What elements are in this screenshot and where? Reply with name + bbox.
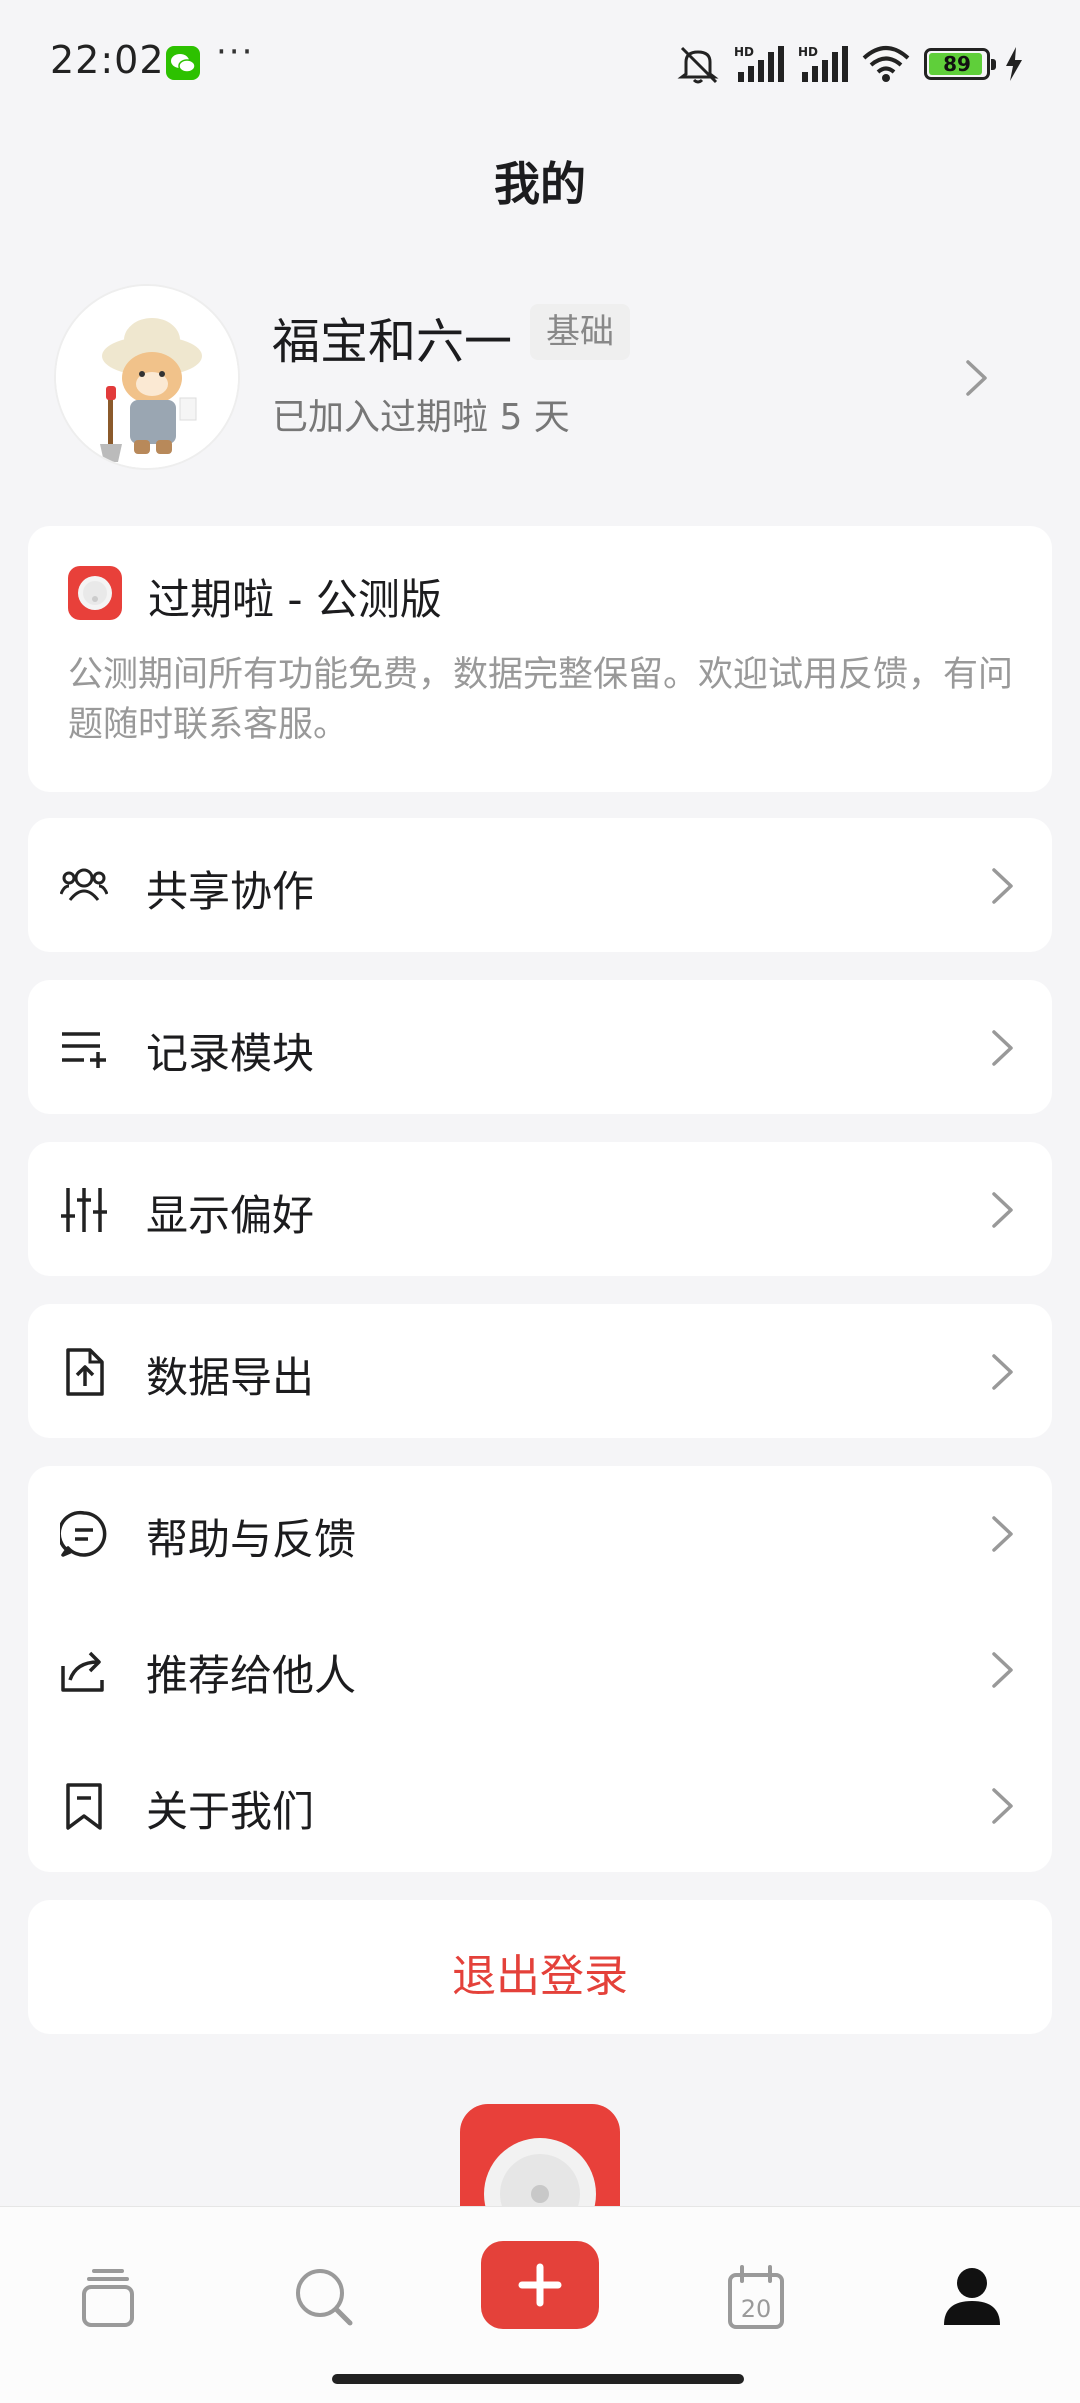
- search-icon[interactable]: [284, 2257, 364, 2337]
- menu-item-label: 数据导出: [146, 1353, 315, 1402]
- hd-signal-icon: HD: [798, 44, 848, 84]
- menu-item-label: 关于我们: [146, 1787, 315, 1836]
- menu-item-display[interactable]: 显示偏好: [28, 1142, 1052, 1276]
- menu-card-modules: 记录模块: [28, 980, 1052, 1114]
- menu-item-modules[interactable]: 记录模块: [28, 980, 1052, 1114]
- hd-signal-icon: HD: [734, 44, 784, 84]
- list-add-icon: [60, 1024, 108, 1072]
- battery-percent: 89: [943, 52, 971, 76]
- menu-item-label: 记录模块: [146, 1029, 315, 1078]
- bookmark-icon: [60, 1782, 108, 1830]
- mute-icon: [676, 44, 720, 84]
- stack-icon[interactable]: [68, 2257, 148, 2337]
- chevron-right-icon: [990, 1786, 1016, 1826]
- chevron-right-icon: [990, 1190, 1016, 1230]
- app-logo-icon: [68, 566, 122, 620]
- sliders-icon: [60, 1186, 108, 1234]
- menu-item-share[interactable]: 共享协作: [28, 818, 1052, 952]
- user-name: 福宝和六一: [272, 314, 513, 370]
- profile-icon[interactable]: [932, 2257, 1012, 2337]
- chevron-right-icon: [990, 1650, 1016, 1690]
- logout-label: 退出登录: [452, 1951, 628, 2002]
- menu-item-label: 帮助与反馈: [146, 1515, 357, 1564]
- menu-item-about[interactable]: 关于我们: [28, 1738, 1052, 1872]
- status-bar: 22:02 ··· HD HD 89: [0, 0, 1080, 130]
- profile-header[interactable]: 福宝和六一 基础 已加入过期啦 5 天: [54, 280, 1026, 470]
- svg-text:HD: HD: [798, 45, 818, 59]
- avatar[interactable]: [54, 284, 240, 470]
- svg-text:HD: HD: [734, 45, 754, 59]
- chat-bubble-icon: [60, 1510, 108, 1558]
- charging-icon: [1004, 47, 1024, 81]
- plan-badge: 基础: [530, 304, 630, 360]
- add-button[interactable]: [481, 2241, 599, 2329]
- status-icons: HD HD 89: [676, 40, 1024, 88]
- menu-card-support: 帮助与反馈 推荐给他人 关于我们: [28, 1466, 1052, 1872]
- join-duration: 已加入过期啦 5 天: [272, 397, 570, 438]
- menu-item-label: 显示偏好: [146, 1191, 315, 1240]
- share-icon: [60, 1646, 108, 1694]
- status-time: 22:02: [50, 38, 165, 82]
- menu-item-export[interactable]: 数据导出: [28, 1304, 1052, 1438]
- wechat-icon: [166, 46, 200, 80]
- home-indicator: [332, 2374, 744, 2384]
- battery-icon: 89: [924, 48, 996, 80]
- menu-item-recommend[interactable]: 推荐给他人: [28, 1602, 1052, 1736]
- chevron-right-icon: [964, 358, 990, 398]
- notice-title: 过期啦 - 公测版: [148, 575, 442, 624]
- chevron-right-icon: [990, 1514, 1016, 1554]
- menu-item-label: 共享协作: [146, 867, 315, 916]
- menu-card-display: 显示偏好: [28, 1142, 1052, 1276]
- file-export-icon: [60, 1348, 108, 1396]
- logout-button[interactable]: 退出登录: [28, 1900, 1052, 2034]
- menu-item-label: 推荐给他人: [146, 1651, 357, 1700]
- menu-card-share: 共享协作: [28, 818, 1052, 952]
- chevron-right-icon: [990, 866, 1016, 906]
- calendar-day: 20: [741, 2295, 772, 2323]
- chevron-right-icon: [990, 1028, 1016, 1068]
- menu-item-help[interactable]: 帮助与反馈: [28, 1466, 1052, 1600]
- calendar-icon[interactable]: 20: [716, 2257, 796, 2337]
- wifi-icon: [862, 44, 910, 84]
- chevron-right-icon: [990, 1352, 1016, 1392]
- beta-notice-card: 过期啦 - 公测版 公测期间所有功能免费，数据完整保留。欢迎试用反馈，有问题随时…: [28, 526, 1052, 792]
- menu-card-export: 数据导出: [28, 1304, 1052, 1438]
- page-title: 我的: [494, 157, 586, 211]
- users-icon: [60, 862, 108, 910]
- notice-description: 公测期间所有功能免费，数据完整保留。欢迎试用反馈，有问题随时联系客服。: [68, 655, 1014, 745]
- notification-more-icon: ···: [216, 32, 255, 72]
